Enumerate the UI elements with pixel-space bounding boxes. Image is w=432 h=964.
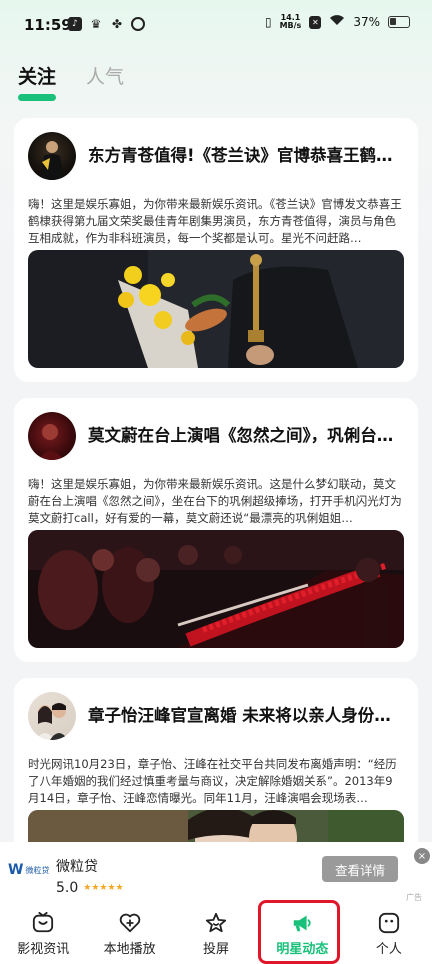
- ad-banner[interactable]: W 微粒贷 微粒贷 5.0 ★★★★★ 查看详情 × 广告: [0, 842, 432, 906]
- clover-icon: ✤: [111, 17, 123, 31]
- tab-following[interactable]: 关注: [18, 62, 56, 89]
- star-face-icon: [205, 912, 227, 933]
- battery-percent: 37%: [353, 15, 380, 29]
- vibrate-icon: ▯: [264, 15, 272, 29]
- nav-item-local-play[interactable]: 本地播放: [86, 906, 172, 964]
- avatar[interactable]: [28, 692, 76, 740]
- close-icon[interactable]: ×: [414, 848, 430, 864]
- tab-popular[interactable]: 人气: [86, 62, 124, 89]
- ad-rating: 5.0 ★★★★★: [56, 880, 124, 896]
- nav-label: 影视资讯: [17, 942, 70, 957]
- wifi-icon: [329, 14, 345, 30]
- sim-icon: ✕: [309, 15, 322, 29]
- card-title[interactable]: 东方青苍值得!《苍兰诀》官博恭喜王鹤…: [88, 142, 403, 166]
- avatar[interactable]: [28, 412, 76, 460]
- link-icon: [131, 17, 145, 31]
- tiktok-icon: ♪: [68, 17, 82, 31]
- heart-plus-icon: [119, 913, 140, 933]
- nav-label: 个人: [375, 942, 402, 957]
- tv-icon: [33, 912, 54, 933]
- ad-name: 微粒贷: [56, 859, 98, 875]
- w-logo-icon: W: [8, 862, 24, 878]
- card-image[interactable]: [28, 250, 404, 368]
- card-title[interactable]: 章子怡汪峰官宣离婚 未来将以亲人身份…: [88, 702, 403, 726]
- battery-icon: [388, 16, 410, 28]
- nav-label: 本地播放: [103, 942, 156, 957]
- card-title[interactable]: 莫文蔚在台上演唱《忽然之间》，巩俐台…: [88, 422, 403, 446]
- card-body[interactable]: 时光网讯10月23日，章子怡、汪峰在社交平台共同发布离婚声明：“经历了八年婚姻的…: [28, 756, 404, 807]
- tab-active-indicator: [18, 94, 56, 101]
- nav-item-cast[interactable]: 投屏: [173, 906, 259, 964]
- smile-icon: [378, 912, 399, 934]
- view-details-button[interactable]: 查看详情: [322, 856, 398, 882]
- top-tabs: 关注 人气: [18, 62, 124, 89]
- star-rating-icon: ★★★★★: [83, 883, 124, 893]
- status-time: 11:59: [24, 16, 72, 34]
- bottom-nav: 影视资讯 本地播放 投屏 明星动态 个人: [0, 906, 432, 964]
- ad-tag: 广告: [406, 893, 422, 902]
- news-card[interactable]: 莫文蔚在台上演唱《忽然之间》，巩俐台… 嗨！这里是娱乐寡姐，为你带来最新娱乐资讯…: [14, 398, 418, 662]
- highlight-box: [258, 900, 340, 964]
- nav-item-profile[interactable]: 个人: [346, 906, 432, 964]
- nav-label: 投屏: [203, 942, 230, 957]
- crown-icon: ♛: [90, 17, 102, 31]
- card-body[interactable]: 嗨！这里是娱乐寡姐，为你带来最新娱乐资讯。这是什么梦幻联动，莫文蔚在台上演唱《忽…: [28, 476, 404, 527]
- status-bar: 11:59 ♪ ♛ ✤ ▯ 14.1 MB/s ✕ 37%: [0, 0, 432, 50]
- news-card[interactable]: 东方青苍值得!《苍兰诀》官博恭喜王鹤… 嗨！这里是娱乐寡姐，为你带来最新娱乐资讯…: [14, 118, 418, 382]
- notification-icons: ♪ ♛ ✤: [68, 17, 145, 31]
- card-image[interactable]: [28, 530, 404, 648]
- card-body[interactable]: 嗨！这里是娱乐寡姐，为你带来最新娱乐资讯。《苍兰诀》官博发文恭喜王鹤棣获得第九届…: [28, 196, 404, 247]
- avatar[interactable]: [28, 132, 76, 180]
- ad-logo: W 微粒贷: [8, 862, 50, 878]
- nav-item-video-news[interactable]: 影视资讯: [0, 906, 86, 964]
- net-speed: 14.1 MB/s: [279, 13, 302, 30]
- status-right: ▯ 14.1 MB/s ✕ 37%: [265, 14, 410, 30]
